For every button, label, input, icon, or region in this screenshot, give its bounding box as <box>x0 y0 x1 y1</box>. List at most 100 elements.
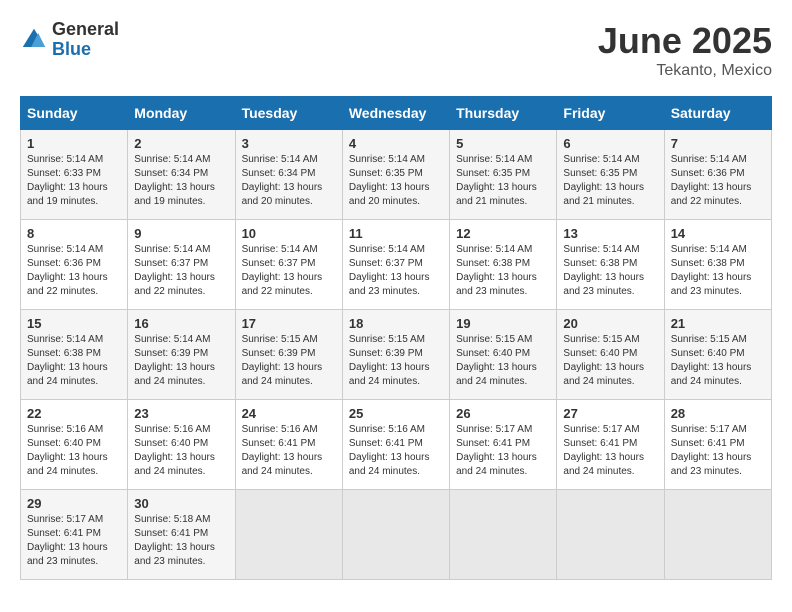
logo-blue-text: Blue <box>52 40 119 60</box>
day-info: Sunrise: 5:16 AMSunset: 6:40 PMDaylight:… <box>134 423 228 479</box>
day-info: Sunrise: 5:16 AMSunset: 6:40 PMDaylight:… <box>27 423 121 479</box>
day-info: Sunrise: 5:14 AMSunset: 6:34 PMDaylight:… <box>134 153 228 209</box>
day-number: 11 <box>349 226 443 241</box>
table-row: 13 Sunrise: 5:14 AMSunset: 6:38 PMDayligh… <box>557 220 664 310</box>
month-title: June 2025 <box>598 20 772 62</box>
day-info: Sunrise: 5:14 AMSunset: 6:33 PMDaylight:… <box>27 153 121 209</box>
day-number: 1 <box>27 136 121 151</box>
table-row: 22 Sunrise: 5:16 AMSunset: 6:40 PMDayligh… <box>21 400 128 490</box>
table-row: 25 Sunrise: 5:16 AMSunset: 6:41 PMDayligh… <box>342 400 449 490</box>
header-wednesday: Wednesday <box>342 97 449 130</box>
table-row: 30Sunrise: 5:18 AMSunset: 6:41 PMDayligh… <box>128 490 235 580</box>
day-info: Sunrise: 5:14 AMSunset: 6:35 PMDaylight:… <box>456 153 550 209</box>
day-info: Sunrise: 5:14 AMSunset: 6:38 PMDaylight:… <box>563 243 657 299</box>
day-number: 4 <box>349 136 443 151</box>
table-row: 10Sunrise: 5:14 AMSunset: 6:37 PMDayligh… <box>235 220 342 310</box>
day-number: 22 <box>27 406 121 421</box>
table-row: 19 Sunrise: 5:15 AMSunset: 6:40 PMDayligh… <box>450 310 557 400</box>
day-number: 12 <box>456 226 550 241</box>
day-number: 9 <box>134 226 228 241</box>
table-row: 14 Sunrise: 5:14 AMSunset: 6:38 PMDayligh… <box>664 220 771 310</box>
day-number: 27 <box>563 406 657 421</box>
day-number: 13 <box>563 226 657 241</box>
day-info: Sunrise: 5:14 AMSunset: 6:39 PMDaylight:… <box>134 333 228 389</box>
table-row: 8 Sunrise: 5:14 AMSunset: 6:36 PMDaylight… <box>21 220 128 310</box>
table-row: 26 Sunrise: 5:17 AMSunset: 6:41 PMDayligh… <box>450 400 557 490</box>
table-row: 5Sunrise: 5:14 AMSunset: 6:35 PMDaylight… <box>450 130 557 220</box>
day-info: Sunrise: 5:17 AMSunset: 6:41 PMDaylight:… <box>27 513 121 569</box>
table-row: 29 Sunrise: 5:17 AMSunset: 6:41 PMDayligh… <box>21 490 128 580</box>
table-row: 18 Sunrise: 5:15 AMSunset: 6:39 PMDayligh… <box>342 310 449 400</box>
day-info: Sunrise: 5:17 AMSunset: 6:41 PMDaylight:… <box>563 423 657 479</box>
day-info: Sunrise: 5:15 AMSunset: 6:39 PMDaylight:… <box>242 333 336 389</box>
day-number: 21 <box>671 316 765 331</box>
table-row: 7Sunrise: 5:14 AMSunset: 6:36 PMDaylight… <box>664 130 771 220</box>
day-number: 23 <box>134 406 228 421</box>
day-number: 16 <box>134 316 228 331</box>
table-row: 12 Sunrise: 5:14 AMSunset: 6:38 PMDayligh… <box>450 220 557 310</box>
table-row: 1 Sunrise: 5:14 AMSunset: 6:33 PMDaylight… <box>21 130 128 220</box>
day-number: 26 <box>456 406 550 421</box>
day-number: 25 <box>349 406 443 421</box>
table-row: 3 Sunrise: 5:14 AMSunset: 6:34 PMDaylight… <box>235 130 342 220</box>
table-row: 9 Sunrise: 5:14 AMSunset: 6:37 PMDaylight… <box>128 220 235 310</box>
day-info: Sunrise: 5:17 AMSunset: 6:41 PMDaylight:… <box>671 423 765 479</box>
table-row <box>235 490 342 580</box>
table-row: 17 Sunrise: 5:15 AMSunset: 6:39 PMDayligh… <box>235 310 342 400</box>
day-info: Sunrise: 5:14 AMSunset: 6:38 PMDaylight:… <box>456 243 550 299</box>
table-row: 21Sunrise: 5:15 AMSunset: 6:40 PMDayligh… <box>664 310 771 400</box>
calendar-week-row: 22 Sunrise: 5:16 AMSunset: 6:40 PMDayligh… <box>21 400 772 490</box>
calendar-week-row: 29 Sunrise: 5:17 AMSunset: 6:41 PMDayligh… <box>21 490 772 580</box>
day-number: 17 <box>242 316 336 331</box>
header-friday: Friday <box>557 97 664 130</box>
table-row: 16 Sunrise: 5:14 AMSunset: 6:39 PMDayligh… <box>128 310 235 400</box>
day-number: 20 <box>563 316 657 331</box>
day-number: 6 <box>563 136 657 151</box>
day-info: Sunrise: 5:14 AMSunset: 6:37 PMDaylight:… <box>349 243 443 299</box>
calendar-week-row: 15Sunrise: 5:14 AMSunset: 6:38 PMDayligh… <box>21 310 772 400</box>
title-block: June 2025 Tekanto, Mexico <box>598 20 772 80</box>
day-info: Sunrise: 5:14 AMSunset: 6:38 PMDaylight:… <box>671 243 765 299</box>
day-info: Sunrise: 5:18 AMSunset: 6:41 PMDaylight:… <box>134 513 228 569</box>
calendar-week-row: 1 Sunrise: 5:14 AMSunset: 6:33 PMDaylight… <box>21 130 772 220</box>
table-row: 6Sunrise: 5:14 AMSunset: 6:35 PMDaylight… <box>557 130 664 220</box>
day-number: 18 <box>349 316 443 331</box>
logo-general-text: General <box>52 20 119 40</box>
day-info: Sunrise: 5:14 AMSunset: 6:35 PMDaylight:… <box>349 153 443 209</box>
day-number: 8 <box>27 226 121 241</box>
day-info: Sunrise: 5:14 AMSunset: 6:37 PMDaylight:… <box>242 243 336 299</box>
page-header: General Blue June 2025 Tekanto, Mexico <box>20 20 772 80</box>
day-info: Sunrise: 5:16 AMSunset: 6:41 PMDaylight:… <box>242 423 336 479</box>
table-row: 15Sunrise: 5:14 AMSunset: 6:38 PMDayligh… <box>21 310 128 400</box>
day-info: Sunrise: 5:16 AMSunset: 6:41 PMDaylight:… <box>349 423 443 479</box>
calendar-header-row: Sunday Monday Tuesday Wednesday Thursday… <box>21 97 772 130</box>
day-info: Sunrise: 5:15 AMSunset: 6:40 PMDaylight:… <box>563 333 657 389</box>
day-info: Sunrise: 5:14 AMSunset: 6:38 PMDaylight:… <box>27 333 121 389</box>
day-info: Sunrise: 5:14 AMSunset: 6:36 PMDaylight:… <box>27 243 121 299</box>
calendar-table: Sunday Monday Tuesday Wednesday Thursday… <box>20 96 772 580</box>
table-row: 2 Sunrise: 5:14 AMSunset: 6:34 PMDaylight… <box>128 130 235 220</box>
header-tuesday: Tuesday <box>235 97 342 130</box>
day-info: Sunrise: 5:15 AMSunset: 6:39 PMDaylight:… <box>349 333 443 389</box>
day-number: 3 <box>242 136 336 151</box>
day-number: 29 <box>27 496 121 511</box>
table-row <box>342 490 449 580</box>
day-info: Sunrise: 5:15 AMSunset: 6:40 PMDaylight:… <box>456 333 550 389</box>
day-number: 28 <box>671 406 765 421</box>
table-row: 23 Sunrise: 5:16 AMSunset: 6:40 PMDayligh… <box>128 400 235 490</box>
day-info: Sunrise: 5:14 AMSunset: 6:37 PMDaylight:… <box>134 243 228 299</box>
day-number: 2 <box>134 136 228 151</box>
day-info: Sunrise: 5:17 AMSunset: 6:41 PMDaylight:… <box>456 423 550 479</box>
header-saturday: Saturday <box>664 97 771 130</box>
day-number: 19 <box>456 316 550 331</box>
table-row: 27 Sunrise: 5:17 AMSunset: 6:41 PMDayligh… <box>557 400 664 490</box>
header-monday: Monday <box>128 97 235 130</box>
day-number: 14 <box>671 226 765 241</box>
day-info: Sunrise: 5:14 AMSunset: 6:34 PMDaylight:… <box>242 153 336 209</box>
table-row: 20 Sunrise: 5:15 AMSunset: 6:40 PMDayligh… <box>557 310 664 400</box>
table-row: 28 Sunrise: 5:17 AMSunset: 6:41 PMDayligh… <box>664 400 771 490</box>
logo-icon <box>20 26 48 54</box>
day-info: Sunrise: 5:14 AMSunset: 6:36 PMDaylight:… <box>671 153 765 209</box>
table-row: 11 Sunrise: 5:14 AMSunset: 6:37 PMDayligh… <box>342 220 449 310</box>
table-row <box>450 490 557 580</box>
